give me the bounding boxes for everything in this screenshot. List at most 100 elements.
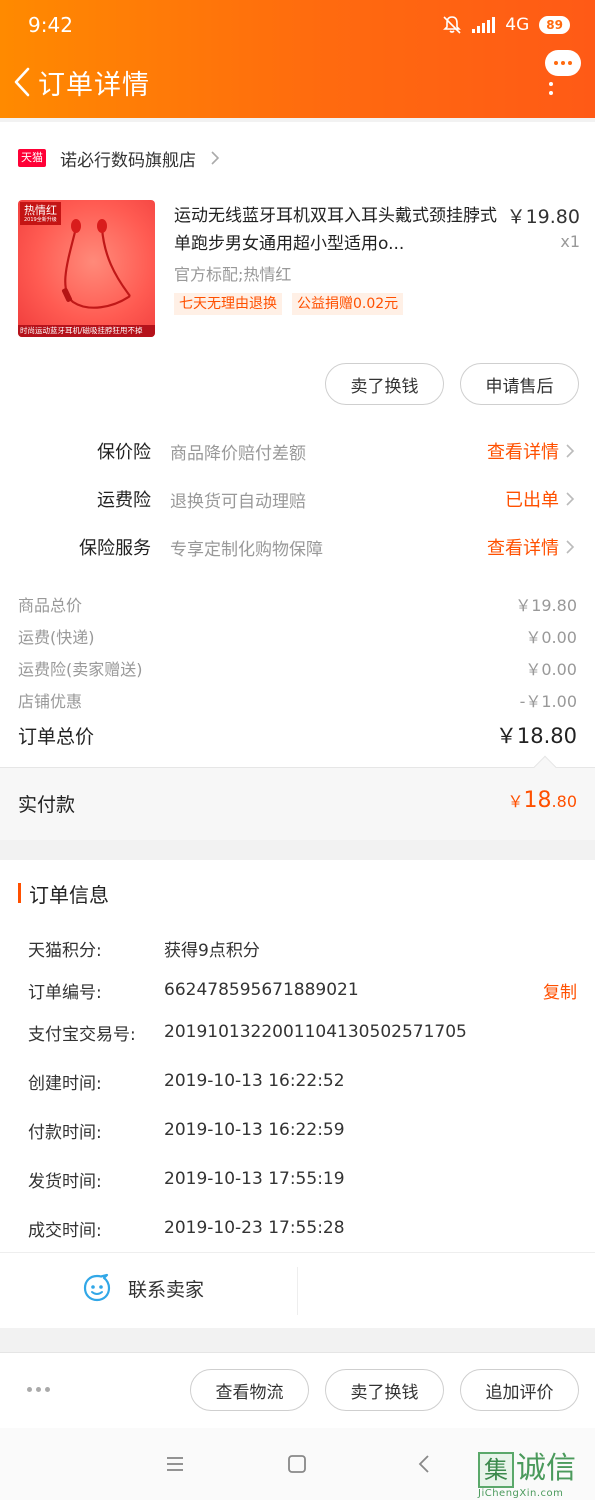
info-key: 支付宝交易号: — [28, 1024, 136, 1045]
sell-button-bottom[interactable]: 卖了换钱 — [325, 1369, 444, 1411]
paid-amount-row: 实付款 ￥18.80 — [0, 755, 595, 840]
section-accent-bar — [18, 883, 21, 903]
chevron-right-icon — [566, 492, 575, 506]
tmall-badge: 天猫 — [18, 149, 46, 167]
service-action[interactable]: 已出单 — [505, 486, 559, 512]
chevron-right-icon — [566, 540, 575, 554]
product-price: ￥19.80 — [506, 206, 580, 228]
paid-int: 18 — [523, 788, 552, 813]
chevron-left-icon — [14, 67, 30, 97]
summary-row: 店铺优惠 -￥1.00 — [18, 688, 577, 712]
signal-icon — [472, 17, 496, 33]
more-menu-button[interactable] — [545, 50, 581, 104]
info-row-order-number: 订单编号: 662478595671889021 复制 — [28, 978, 577, 1003]
menu-icon[interactable] — [165, 1454, 185, 1474]
order-info-card: 订单信息 天猫积分: 获得9点积分 订单编号: 6624785956718890… — [0, 860, 595, 1328]
product-quantity: x1 — [560, 232, 580, 251]
back-button[interactable] — [12, 65, 34, 99]
info-row-points: 天猫积分: 获得9点积分 — [28, 936, 577, 961]
summary-value: ￥0.00 — [525, 628, 577, 647]
page-title: 订单详情 — [38, 69, 150, 101]
after-sale-button[interactable]: 申请售后 — [460, 363, 579, 405]
info-value: 获得9点积分 — [164, 940, 260, 961]
service-action[interactable]: 查看详情 — [487, 438, 559, 464]
service-label: 运费险 — [97, 490, 151, 511]
info-value: 2019-10-23 17:55:28 — [164, 1218, 345, 1238]
product-title[interactable]: 运动无线蓝牙耳机双耳入耳头戴式颈挂脖式单跑步男女通用超小型适用o... — [174, 202, 502, 258]
more-dots-icon[interactable] — [27, 1387, 50, 1392]
service-desc: 退换货可自动理赔 — [170, 491, 306, 512]
summary-label: 运费险(卖家赠送) — [18, 660, 143, 679]
info-key: 付款时间: — [28, 1122, 102, 1143]
store-name: 诺必行数码旗舰店 — [60, 150, 196, 171]
chevron-right-icon — [211, 151, 220, 165]
nav-bar: 订单详情 — [12, 50, 581, 104]
app-header: 9:42 4G 89 订单详情 — [0, 0, 595, 118]
service-price-protection[interactable]: 保价险 商品降价赔付差额 查看详情 — [0, 436, 595, 466]
summary-label: 店铺优惠 — [18, 692, 83, 711]
service-desc: 商品降价赔付差额 — [170, 443, 306, 464]
info-value: 2019-10-13 17:55:19 — [164, 1169, 345, 1189]
bottom-action-bar: 查看物流 卖了换钱 追加评价 — [0, 1352, 595, 1428]
info-value: 2019101322001104130502571705 — [164, 1022, 467, 1042]
info-key: 订单编号: — [28, 982, 102, 1003]
service-shipping-insurance[interactable]: 运费险 退换货可自动理赔 已出单 — [0, 484, 595, 514]
sell-button[interactable]: 卖了换钱 — [325, 363, 444, 405]
charity-tag: 公益捐赠0.02元 — [292, 293, 404, 315]
summary-label: 运费(快递) — [18, 628, 95, 647]
info-key: 发货时间: — [28, 1171, 102, 1192]
view-logistics-button[interactable]: 查看物流 — [190, 1369, 309, 1411]
summary-row: 商品总价 ￥19.80 — [18, 592, 577, 616]
service-insurance[interactable]: 保险服务 专享定制化购物保障 查看详情 — [0, 532, 595, 562]
image-tag-text: 热情红 — [24, 204, 57, 217]
home-icon[interactable] — [287, 1454, 307, 1474]
product-image[interactable]: 热情红 2019全新升级 时尚运动蓝牙耳机/磁吸挂脖狂甩不掉 — [18, 200, 155, 337]
summary-value: -￥1.00 — [519, 692, 577, 711]
paid-currency: ￥ — [507, 792, 524, 811]
image-tag-subtext: 2019全新升级 — [24, 217, 57, 223]
watermark-logo: 集 诚信 JiChengXin.com — [478, 1450, 595, 1500]
contact-seller-button[interactable]: 联系卖家 — [82, 1273, 204, 1303]
product-spec: 官方标配;热情红 — [174, 265, 292, 284]
more-dots-icon — [549, 82, 553, 95]
service-label: 保险服务 — [79, 538, 151, 559]
chevron-right-icon — [566, 444, 575, 458]
info-row-paid: 付款时间: 2019-10-13 16:22:59 — [28, 1118, 577, 1143]
info-value: 662478595671889021 — [164, 980, 359, 1000]
network-label: 4G — [505, 15, 530, 35]
back-nav-icon[interactable] — [414, 1454, 434, 1474]
copy-button[interactable]: 复制 — [543, 978, 577, 1003]
image-caption: 时尚运动蓝牙耳机/磁吸挂脖狂甩不掉 — [18, 325, 155, 337]
product-tags: 七天无理由退换 公益捐赠0.02元 — [174, 293, 404, 315]
store-link[interactable]: 天猫 诺必行数码旗舰店 — [18, 146, 220, 171]
order-total-row: 订单总价 ￥18.80 — [18, 720, 577, 750]
paid-notch — [533, 755, 557, 779]
paid-value: ￥18.80 — [508, 788, 577, 813]
summary-row: 运费险(卖家赠送) ￥0.00 — [18, 656, 577, 680]
return-policy-tag: 七天无理由退换 — [174, 293, 282, 315]
status-bar: 9:42 4G 89 — [28, 10, 570, 40]
contact-seller-label: 联系卖家 — [128, 1278, 205, 1301]
add-review-button[interactable]: 追加评价 — [460, 1369, 579, 1411]
image-tag: 热情红 2019全新升级 — [20, 202, 61, 225]
service-label: 保价险 — [97, 442, 151, 463]
watermark-text: 诚信 — [516, 1451, 576, 1486]
status-time: 9:42 — [28, 13, 73, 37]
section-title-text: 订单信息 — [29, 882, 109, 907]
mute-bell-icon — [443, 16, 462, 34]
summary-value: ￥19.80 — [515, 596, 577, 615]
battery-icon: 89 — [539, 16, 570, 34]
info-key: 天猫积分: — [28, 940, 102, 961]
service-action[interactable]: 查看详情 — [487, 534, 559, 560]
info-row-alipay-id: 支付宝交易号: 2019101322001104130502571705 — [28, 1020, 577, 1045]
order-card: 天猫 诺必行数码旗舰店 热情红 2019全新升级 时尚运动蓝牙耳机/磁吸挂脖狂甩… — [0, 122, 595, 840]
summary-value: ￥0.00 — [525, 660, 577, 679]
message-bubble-icon — [545, 50, 581, 76]
order-total-value: ￥18.80 — [495, 724, 577, 748]
info-value: 2019-10-13 16:22:59 — [164, 1120, 345, 1140]
info-value: 2019-10-13 16:22:52 — [164, 1071, 345, 1091]
info-row-created: 创建时间: 2019-10-13 16:22:52 — [28, 1069, 577, 1094]
watermark-url: JiChengXin.com — [478, 1488, 564, 1499]
order-total-label: 订单总价 — [18, 725, 95, 748]
info-key: 成交时间: — [28, 1220, 102, 1241]
